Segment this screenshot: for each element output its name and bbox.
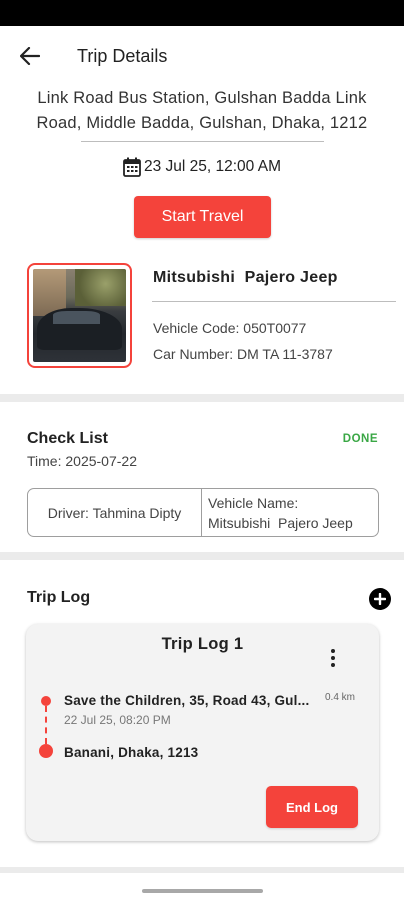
start-travel-button[interactable]: Start Travel xyxy=(134,196,271,238)
vehicle-name-cell: Vehicle Name: Mitsubishi Pajero Jeep xyxy=(202,489,378,536)
log-to-address: Banani, Dhaka, 1213 xyxy=(64,745,199,760)
trip-date-row: 23 Jul 25, 12:00 AM xyxy=(0,157,404,177)
checklist-time: Time: 2025-07-22 xyxy=(27,453,137,469)
app-bar: Trip Details xyxy=(0,26,404,84)
address-line-2: Road, Middle Badda, Gulshan, Dhaka, 1212 xyxy=(36,114,368,132)
page-title: Trip Details xyxy=(77,46,168,66)
navigation-bar xyxy=(0,873,404,900)
section-separator xyxy=(0,394,404,402)
checklist-info-box: Driver: Tahmina Dipty Vehicle Name: Mits… xyxy=(27,488,379,537)
arrow-left-icon xyxy=(20,47,40,65)
log-from-address: Save the Children, 35, Road 43, Gul... xyxy=(64,693,310,708)
calendar-icon xyxy=(123,157,141,177)
plus-icon xyxy=(374,593,386,605)
address-line-1: Link Road Bus Station, Gulshan Badda Lin… xyxy=(37,89,367,107)
checklist-title: Check List xyxy=(27,430,108,447)
log-distance: 0.4 km xyxy=(325,692,356,703)
vehicle-name-label: Vehicle Name: xyxy=(208,495,299,511)
section-separator xyxy=(0,552,404,560)
checklist-status-badge: DONE xyxy=(342,433,378,445)
back-button[interactable] xyxy=(14,42,46,70)
trip-log-card: Trip Log 1 Save the Children, 35, Road 4… xyxy=(26,624,379,841)
trip-log-title: Trip Log xyxy=(27,589,91,606)
car-number: Car Number: DM TA 11-3787 xyxy=(153,346,333,362)
divider xyxy=(81,141,324,142)
end-point-dot xyxy=(39,744,53,758)
home-indicator[interactable] xyxy=(142,889,263,893)
vehicle-photo[interactable] xyxy=(27,263,132,368)
divider xyxy=(152,301,396,302)
trip-address: Link Road Bus Station, Gulshan Badda Lin… xyxy=(20,86,384,136)
more-vert-icon[interactable] xyxy=(323,648,343,668)
driver-name: Driver: Tahmina Dipty xyxy=(28,489,202,536)
route-dashed-line xyxy=(45,706,47,744)
end-log-button[interactable]: End Log xyxy=(266,786,358,828)
add-trip-log-button[interactable] xyxy=(369,588,391,610)
status-bar xyxy=(0,0,404,26)
vehicle-name-value: Mitsubishi Pajero Jeep xyxy=(208,515,353,531)
vehicle-image xyxy=(33,269,126,362)
vehicle-name: Mitsubishi Pajero Jeep xyxy=(153,269,338,286)
vehicle-code: Vehicle Code: 050T0077 xyxy=(153,320,307,336)
trip-date: 23 Jul 25, 12:00 AM xyxy=(143,158,281,175)
start-point-dot xyxy=(41,696,51,706)
log-from-time: 22 Jul 25, 08:20 PM xyxy=(64,713,171,727)
